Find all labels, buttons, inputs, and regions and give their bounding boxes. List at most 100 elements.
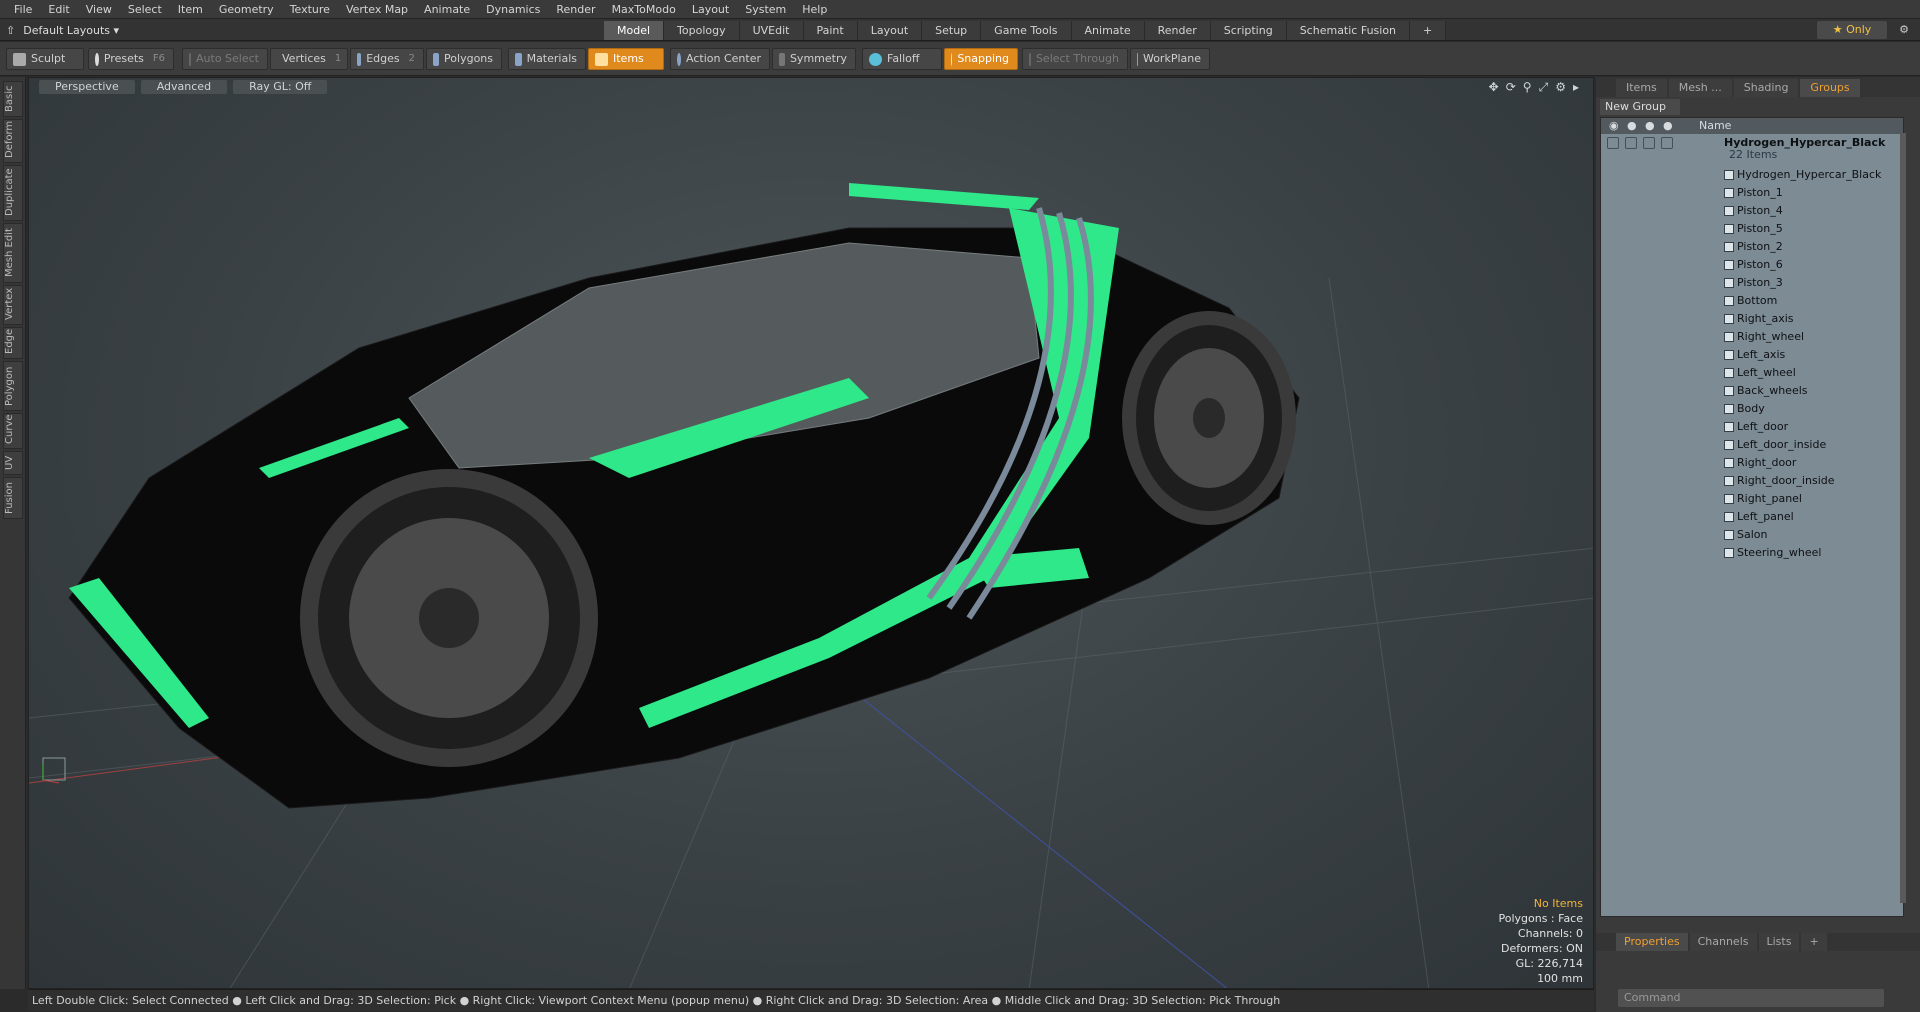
tab-lists[interactable]: Lists [1758,933,1800,951]
fit-icon[interactable]: ⤢ [1539,80,1549,95]
tab-shading[interactable]: Shading [1733,79,1799,97]
tab-topology[interactable]: Topology [664,21,740,40]
polygons-button[interactable]: Polygons [426,48,502,70]
menu-vertex-map[interactable]: Vertex Map [338,0,416,19]
tab-scripting[interactable]: Scripting [1210,21,1287,40]
menu-dynamics[interactable]: Dynamics [478,0,548,19]
menu-view[interactable]: View [78,0,120,19]
rotate-icon[interactable]: ⟳ [1506,80,1516,95]
list-item[interactable]: Left_door_inside [1601,436,1903,454]
menu-item[interactable]: Item [170,0,211,19]
list-item[interactable]: Left_panel [1601,508,1903,526]
left-tab-fusion[interactable]: Fusion [3,477,23,519]
list-item[interactable]: Bottom [1601,292,1903,310]
advanced-dropdown[interactable]: Advanced [140,80,228,94]
menu-help[interactable]: Help [794,0,835,19]
tab-mesh[interactable]: Mesh ... [1668,79,1732,97]
menu-system[interactable]: System [737,0,794,19]
tab-animate[interactable]: Animate [1071,21,1145,40]
new-group-button[interactable]: New Group [1600,99,1680,115]
list-item[interactable]: Right_door [1601,454,1903,472]
left-tab-basic[interactable]: Basic [3,81,23,117]
only-button[interactable]: ★ Only [1817,21,1887,39]
menu-select[interactable]: Select [120,0,170,19]
list-item[interactable]: Back_wheels [1601,382,1903,400]
tab-paint[interactable]: Paint [803,21,858,40]
left-tab-edge[interactable]: Edge [3,327,23,359]
snapping-button[interactable]: Snapping [944,48,1018,70]
select-through-button[interactable]: Select Through [1022,48,1128,70]
zoom-icon[interactable]: ⚲ [1523,80,1532,95]
tab-groups[interactable]: Groups [1800,79,1860,97]
list-item[interactable]: Left_door [1601,418,1903,436]
tab-layout[interactable]: Layout [857,21,923,40]
materials-button[interactable]: Materials [508,48,586,70]
menu-animate[interactable]: Animate [416,0,478,19]
left-tab-duplicate[interactable]: Duplicate [3,165,23,221]
gear-icon[interactable]: ⚙ [1895,21,1913,39]
list-item[interactable]: Piston_6 [1601,256,1903,274]
tab-properties[interactable]: Properties [1616,933,1688,951]
vertices-button[interactable]: Vertices 1 [270,48,348,70]
list-item[interactable]: Left_axis [1601,346,1903,364]
left-tab-vertex[interactable]: Vertex [3,285,23,325]
list-item[interactable]: Piston_3 [1601,274,1903,292]
tab-game-tools[interactable]: Game Tools [981,21,1072,40]
menu-render[interactable]: Render [548,0,603,19]
list-item[interactable]: Salon [1601,526,1903,544]
raygl-dropdown[interactable]: Ray GL: Off [233,80,328,94]
list-item[interactable]: Steering_wheel [1601,544,1903,562]
action-center-button[interactable]: Action Center [670,48,770,70]
list-item[interactable]: Piston_4 [1601,202,1903,220]
tab-render[interactable]: Render [1144,21,1211,40]
items-button[interactable]: Items [588,48,664,70]
menu-geometry[interactable]: Geometry [211,0,282,19]
list-item[interactable]: Piston_2 [1601,238,1903,256]
menu-texture[interactable]: Texture [282,0,338,19]
tab-uvedit[interactable]: UVEdit [739,21,804,40]
left-tab-deform[interactable]: Deform [3,119,23,163]
left-tab-mesh-edit[interactable]: Mesh Edit [3,223,23,283]
tab-items[interactable]: Items [1616,79,1667,97]
list-item[interactable]: Hydrogen_Hypercar_Black [1601,166,1903,184]
perspective-dropdown[interactable]: Perspective [39,80,135,94]
add-panel-tab-button[interactable]: + [1801,933,1827,951]
presets-button[interactable]: Presets F6 [88,48,174,70]
vertices-key: 1 [334,53,342,64]
left-tab-curve[interactable]: Curve [3,413,23,449]
3d-viewport[interactable]: Perspective Advanced Ray GL: Off ✥ ⟳ ⚲ ⤢… [28,77,1594,989]
list-item[interactable]: Right_door_inside [1601,472,1903,490]
groups-scrollbar[interactable] [1900,133,1906,903]
menu-file[interactable]: File [6,0,40,19]
tab-setup[interactable]: Setup [922,21,982,40]
select-icon: ● [1663,119,1673,132]
list-item[interactable]: Right_panel [1601,490,1903,508]
tab-channels[interactable]: Channels [1689,933,1757,951]
list-item[interactable]: Body [1601,400,1903,418]
menu-maxtomodo[interactable]: MaxToModo [604,0,684,19]
left-tab-polygon[interactable]: Polygon [3,361,23,411]
add-tab-button[interactable]: + [1410,21,1447,40]
tab-schematic-fusion[interactable]: Schematic Fusion [1286,21,1411,40]
viewport-settings-icon[interactable]: ⚙ [1555,80,1566,95]
auto-select-button[interactable]: Auto Select [182,48,268,70]
edges-button[interactable]: Edges 2 [350,48,424,70]
layout-dropdown[interactable]: ⇧ Default Layouts ▾ [6,21,119,39]
left-tab-uv[interactable]: UV [3,451,23,475]
menu-layout[interactable]: Layout [684,0,737,19]
list-item[interactable]: Left_wheel [1601,364,1903,382]
expand-arrow-icon[interactable]: ▸ [1573,80,1579,95]
sculpt-button[interactable]: Sculpt [6,48,84,70]
pan-icon[interactable]: ✥ [1489,80,1499,95]
falloff-button[interactable]: Falloff [862,48,942,70]
workplane-button[interactable]: WorkPlane [1130,48,1210,70]
list-item[interactable]: Right_axis [1601,310,1903,328]
list-item[interactable]: Piston_1 [1601,184,1903,202]
menu-edit[interactable]: Edit [40,0,77,19]
symmetry-button[interactable]: Symmetry [772,48,856,70]
tab-model[interactable]: Model [604,21,665,40]
list-item[interactable]: Piston_5 [1601,220,1903,238]
list-item[interactable]: Right_wheel [1601,328,1903,346]
list-item-label: Right_axis [1737,312,1794,325]
command-input[interactable]: Command [1618,989,1884,1007]
